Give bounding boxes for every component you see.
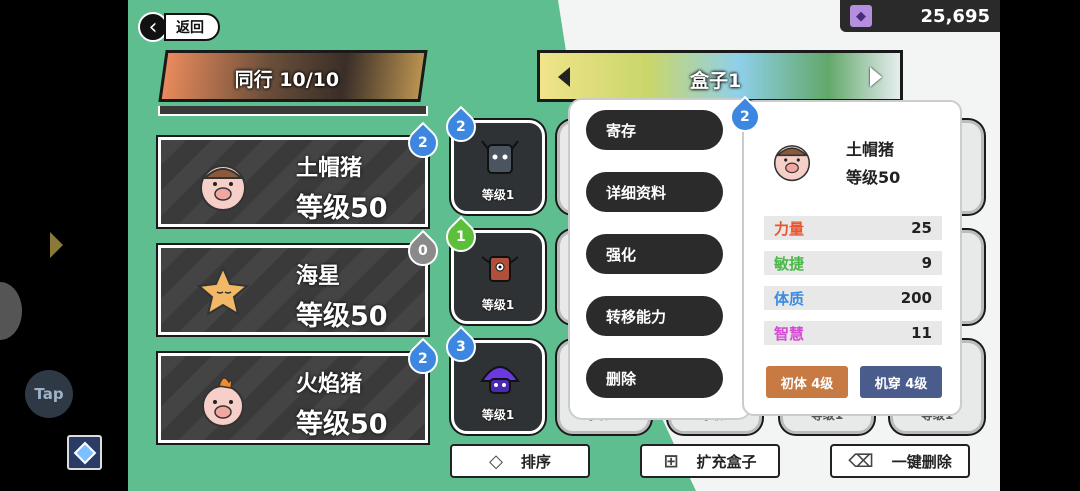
member-level: 等级50	[296, 301, 388, 332]
party-header: 同行 10/10	[158, 50, 428, 102]
prev-box-arrow-icon[interactable]	[558, 67, 570, 87]
add-box-icon: ⊞	[663, 450, 679, 472]
member-name: 土帽猪	[296, 156, 363, 181]
trait-tag: 初体 4级	[766, 366, 848, 398]
box-header: 盒子1	[537, 50, 903, 102]
stat-wisdom: 智慧 11	[764, 321, 942, 345]
box-title: 盒子1	[690, 70, 742, 92]
currency-value: 25,695	[920, 5, 990, 27]
starfish-icon	[196, 265, 250, 317]
expand-arrow-icon[interactable]	[50, 232, 63, 258]
gem-icon: ◆	[850, 5, 872, 27]
context-menu: 寄存 详细资料 强化 转移能力 删除	[570, 100, 750, 418]
menu-details-button[interactable]: 详细资料	[586, 172, 723, 212]
stat-agility: 敏捷 9	[764, 251, 942, 275]
member-level: 等级50	[296, 409, 388, 440]
left-system-bar: Tap	[0, 0, 128, 491]
delete-all-button[interactable]: ⌫ 一键删除	[830, 444, 970, 478]
member-name: 海星	[296, 264, 341, 289]
back-label: 返回	[164, 13, 220, 41]
member-level: 等级50	[296, 193, 388, 224]
party-member-card[interactable]: 土帽猪 等级50	[158, 137, 428, 227]
eraser-icon: ⌫	[848, 450, 874, 472]
sort-icon: ◇	[489, 450, 503, 472]
currency-display: ◆ 25,695	[840, 0, 1000, 32]
party-member-card[interactable]: 海星 等级50	[158, 245, 428, 335]
stat-strength: 力量 25	[764, 216, 942, 240]
menu-transfer-ability-button[interactable]: 转移能力	[586, 296, 723, 336]
menu-enhance-button[interactable]: 强化	[586, 234, 723, 274]
stat-constitution: 体质 200	[764, 286, 942, 310]
next-box-arrow-icon[interactable]	[870, 67, 882, 87]
back-button[interactable]: ‹ 返回	[138, 12, 220, 42]
monster-detail-panel: 土帽猪 等级50 力量 25 敏捷 9 体质 200 智慧 11 初体 4级 机穿 4级	[742, 100, 962, 416]
floating-ball[interactable]	[0, 282, 22, 340]
slot-level: 等级1	[481, 408, 515, 422]
party-list-edge	[158, 106, 428, 116]
expand-box-button[interactable]: ⊞ 扩充盒子	[640, 444, 780, 478]
slot-level: 等级1	[481, 298, 515, 312]
menu-delete-button[interactable]: 删除	[586, 358, 723, 398]
tap-button[interactable]: Tap	[25, 370, 73, 418]
party-member-card[interactable]: 火焰猪 等级50	[158, 353, 428, 443]
crab-monster-icon	[481, 256, 519, 282]
detail-name: 土帽猪	[846, 140, 895, 159]
mushroom-monster-icon	[480, 366, 520, 394]
trait-tag: 机穿 4级	[860, 366, 942, 398]
tool-app-icon[interactable]	[67, 435, 102, 470]
party-title: 同行 10/10	[234, 69, 340, 91]
member-name: 火焰猪	[296, 372, 363, 397]
menu-store-button[interactable]: 寄存	[586, 110, 723, 150]
right-system-bar	[1000, 0, 1080, 491]
flame-pig-icon	[202, 377, 244, 427]
earth-hat-pig-icon	[773, 145, 811, 182]
earth-hat-pig-icon	[200, 165, 246, 211]
detail-level: 等级50	[846, 168, 901, 187]
sort-button[interactable]: ◇ 排序	[450, 444, 590, 478]
slot-level: 等级1	[481, 188, 515, 202]
stump-monster-icon	[481, 140, 519, 174]
